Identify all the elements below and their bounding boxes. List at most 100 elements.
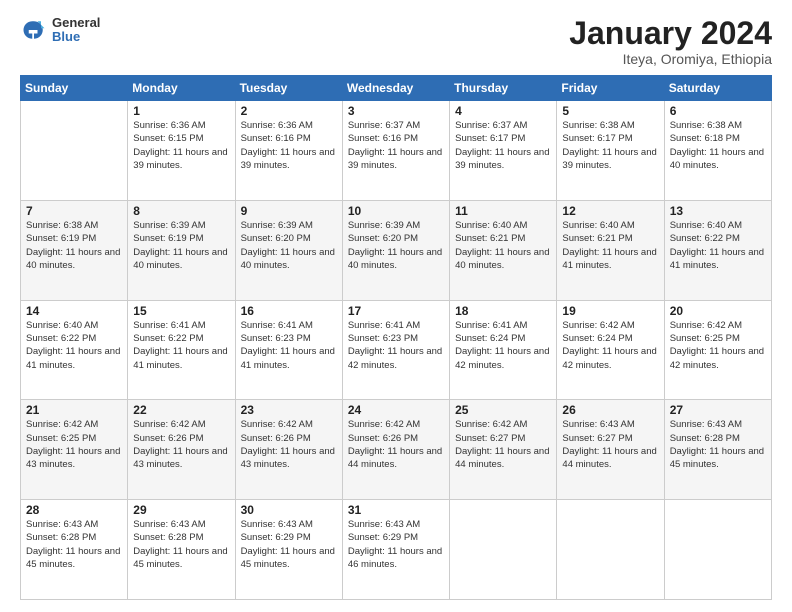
day-number: 9 — [241, 204, 337, 218]
day-info: Sunrise: 6:38 AMSunset: 6:19 PMDaylight:… — [26, 219, 122, 272]
calendar-cell: 25Sunrise: 6:42 AMSunset: 6:27 PMDayligh… — [450, 400, 557, 500]
calendar-cell: 20Sunrise: 6:42 AMSunset: 6:25 PMDayligh… — [664, 300, 771, 400]
calendar-cell: 2Sunrise: 6:36 AMSunset: 6:16 PMDaylight… — [235, 101, 342, 201]
day-info: Sunrise: 6:36 AMSunset: 6:15 PMDaylight:… — [133, 119, 229, 172]
day-info: Sunrise: 6:39 AMSunset: 6:20 PMDaylight:… — [348, 219, 444, 272]
calendar-cell: 6Sunrise: 6:38 AMSunset: 6:18 PMDaylight… — [664, 101, 771, 201]
calendar-cell: 11Sunrise: 6:40 AMSunset: 6:21 PMDayligh… — [450, 200, 557, 300]
day-number: 12 — [562, 204, 658, 218]
calendar-cell — [664, 500, 771, 600]
day-number: 16 — [241, 304, 337, 318]
day-number: 13 — [670, 204, 766, 218]
calendar-cell: 23Sunrise: 6:42 AMSunset: 6:26 PMDayligh… — [235, 400, 342, 500]
day-info: Sunrise: 6:42 AMSunset: 6:26 PMDaylight:… — [241, 418, 337, 471]
header: General Blue January 2024 Iteya, Oromiya… — [20, 16, 772, 67]
calendar-week-row: 7Sunrise: 6:38 AMSunset: 6:19 PMDaylight… — [21, 200, 772, 300]
calendar-cell: 30Sunrise: 6:43 AMSunset: 6:29 PMDayligh… — [235, 500, 342, 600]
calendar-header-row: SundayMondayTuesdayWednesdayThursdayFrid… — [21, 76, 772, 101]
day-number: 28 — [26, 503, 122, 517]
calendar-cell: 28Sunrise: 6:43 AMSunset: 6:28 PMDayligh… — [21, 500, 128, 600]
day-number: 7 — [26, 204, 122, 218]
day-info: Sunrise: 6:43 AMSunset: 6:28 PMDaylight:… — [133, 518, 229, 571]
day-number: 8 — [133, 204, 229, 218]
day-number: 21 — [26, 403, 122, 417]
calendar-cell: 27Sunrise: 6:43 AMSunset: 6:28 PMDayligh… — [664, 400, 771, 500]
month-title: January 2024 — [569, 16, 772, 51]
page: General Blue January 2024 Iteya, Oromiya… — [0, 0, 792, 612]
day-number: 1 — [133, 104, 229, 118]
calendar-cell: 17Sunrise: 6:41 AMSunset: 6:23 PMDayligh… — [342, 300, 449, 400]
logo-general-text: General — [52, 16, 100, 30]
day-number: 2 — [241, 104, 337, 118]
calendar-header-monday: Monday — [128, 76, 235, 101]
logo: General Blue — [20, 16, 100, 45]
calendar-week-row: 21Sunrise: 6:42 AMSunset: 6:25 PMDayligh… — [21, 400, 772, 500]
calendar-cell: 3Sunrise: 6:37 AMSunset: 6:16 PMDaylight… — [342, 101, 449, 201]
day-info: Sunrise: 6:42 AMSunset: 6:24 PMDaylight:… — [562, 319, 658, 372]
day-info: Sunrise: 6:42 AMSunset: 6:26 PMDaylight:… — [348, 418, 444, 471]
logo-icon — [20, 16, 48, 44]
calendar-cell: 9Sunrise: 6:39 AMSunset: 6:20 PMDaylight… — [235, 200, 342, 300]
calendar-header-tuesday: Tuesday — [235, 76, 342, 101]
calendar-cell: 19Sunrise: 6:42 AMSunset: 6:24 PMDayligh… — [557, 300, 664, 400]
day-number: 10 — [348, 204, 444, 218]
day-number: 23 — [241, 403, 337, 417]
calendar-cell: 18Sunrise: 6:41 AMSunset: 6:24 PMDayligh… — [450, 300, 557, 400]
calendar-cell: 14Sunrise: 6:40 AMSunset: 6:22 PMDayligh… — [21, 300, 128, 400]
day-info: Sunrise: 6:43 AMSunset: 6:28 PMDaylight:… — [670, 418, 766, 471]
day-number: 19 — [562, 304, 658, 318]
day-number: 4 — [455, 104, 551, 118]
calendar-week-row: 1Sunrise: 6:36 AMSunset: 6:15 PMDaylight… — [21, 101, 772, 201]
calendar-cell: 15Sunrise: 6:41 AMSunset: 6:22 PMDayligh… — [128, 300, 235, 400]
day-info: Sunrise: 6:41 AMSunset: 6:23 PMDaylight:… — [348, 319, 444, 372]
day-number: 22 — [133, 403, 229, 417]
day-number: 25 — [455, 403, 551, 417]
day-info: Sunrise: 6:42 AMSunset: 6:25 PMDaylight:… — [26, 418, 122, 471]
day-number: 27 — [670, 403, 766, 417]
calendar-header-sunday: Sunday — [21, 76, 128, 101]
day-number: 26 — [562, 403, 658, 417]
day-number: 17 — [348, 304, 444, 318]
location-subtitle: Iteya, Oromiya, Ethiopia — [569, 51, 772, 67]
logo-blue-text: Blue — [52, 30, 100, 44]
day-number: 14 — [26, 304, 122, 318]
day-info: Sunrise: 6:36 AMSunset: 6:16 PMDaylight:… — [241, 119, 337, 172]
day-number: 18 — [455, 304, 551, 318]
day-info: Sunrise: 6:42 AMSunset: 6:27 PMDaylight:… — [455, 418, 551, 471]
day-number: 6 — [670, 104, 766, 118]
day-number: 5 — [562, 104, 658, 118]
day-info: Sunrise: 6:37 AMSunset: 6:17 PMDaylight:… — [455, 119, 551, 172]
day-info: Sunrise: 6:39 AMSunset: 6:20 PMDaylight:… — [241, 219, 337, 272]
day-info: Sunrise: 6:41 AMSunset: 6:23 PMDaylight:… — [241, 319, 337, 372]
day-info: Sunrise: 6:40 AMSunset: 6:22 PMDaylight:… — [670, 219, 766, 272]
day-info: Sunrise: 6:43 AMSunset: 6:27 PMDaylight:… — [562, 418, 658, 471]
day-number: 30 — [241, 503, 337, 517]
calendar-cell: 5Sunrise: 6:38 AMSunset: 6:17 PMDaylight… — [557, 101, 664, 201]
day-number: 11 — [455, 204, 551, 218]
day-info: Sunrise: 6:43 AMSunset: 6:29 PMDaylight:… — [348, 518, 444, 571]
calendar-cell: 22Sunrise: 6:42 AMSunset: 6:26 PMDayligh… — [128, 400, 235, 500]
day-info: Sunrise: 6:42 AMSunset: 6:25 PMDaylight:… — [670, 319, 766, 372]
day-number: 15 — [133, 304, 229, 318]
day-info: Sunrise: 6:43 AMSunset: 6:28 PMDaylight:… — [26, 518, 122, 571]
calendar-cell: 8Sunrise: 6:39 AMSunset: 6:19 PMDaylight… — [128, 200, 235, 300]
calendar-cell — [450, 500, 557, 600]
calendar-header-thursday: Thursday — [450, 76, 557, 101]
calendar-cell: 10Sunrise: 6:39 AMSunset: 6:20 PMDayligh… — [342, 200, 449, 300]
calendar-cell: 29Sunrise: 6:43 AMSunset: 6:28 PMDayligh… — [128, 500, 235, 600]
calendar-cell: 12Sunrise: 6:40 AMSunset: 6:21 PMDayligh… — [557, 200, 664, 300]
calendar-cell: 16Sunrise: 6:41 AMSunset: 6:23 PMDayligh… — [235, 300, 342, 400]
day-info: Sunrise: 6:41 AMSunset: 6:22 PMDaylight:… — [133, 319, 229, 372]
calendar-cell: 24Sunrise: 6:42 AMSunset: 6:26 PMDayligh… — [342, 400, 449, 500]
calendar-cell — [21, 101, 128, 201]
calendar-cell: 13Sunrise: 6:40 AMSunset: 6:22 PMDayligh… — [664, 200, 771, 300]
calendar-week-row: 14Sunrise: 6:40 AMSunset: 6:22 PMDayligh… — [21, 300, 772, 400]
day-info: Sunrise: 6:40 AMSunset: 6:22 PMDaylight:… — [26, 319, 122, 372]
day-info: Sunrise: 6:40 AMSunset: 6:21 PMDaylight:… — [562, 219, 658, 272]
day-number: 3 — [348, 104, 444, 118]
day-info: Sunrise: 6:38 AMSunset: 6:18 PMDaylight:… — [670, 119, 766, 172]
calendar-header-wednesday: Wednesday — [342, 76, 449, 101]
calendar-table: SundayMondayTuesdayWednesdayThursdayFrid… — [20, 75, 772, 600]
calendar-cell: 4Sunrise: 6:37 AMSunset: 6:17 PMDaylight… — [450, 101, 557, 201]
calendar-cell: 26Sunrise: 6:43 AMSunset: 6:27 PMDayligh… — [557, 400, 664, 500]
